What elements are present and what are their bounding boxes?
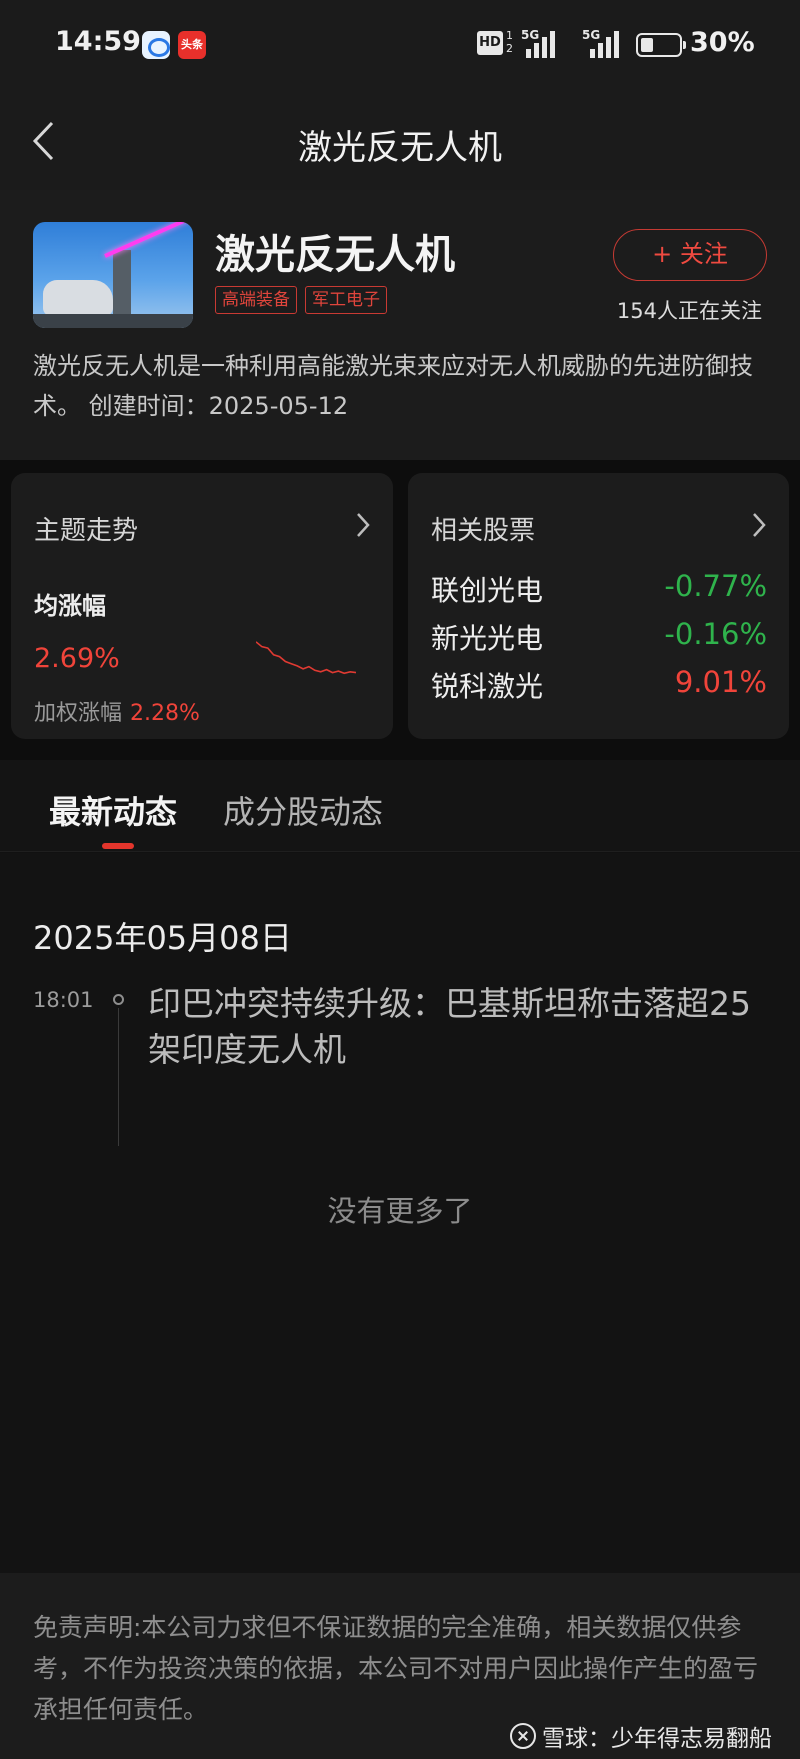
average-change-value: 2.69% [34, 643, 120, 674]
weighted-change-label: 加权涨幅 [34, 701, 123, 726]
news-item-title[interactable]: 印巴冲突持续升级：巴基斯坦称击落超25架印度无人机 [148, 981, 768, 1073]
topic-description: 激光反无人机是一种利用高能激光束来应对无人机威胁的先进防御技术。 创建时间：20… [33, 352, 753, 420]
related-stocks-card[interactable]: 相关股票 联创光电 -0.77% 新光光电 -0.16% 锐科激光 9.01% [408, 473, 789, 739]
toutiao-notification-icon: 头条 [178, 31, 206, 59]
status-time: 14:59 [55, 26, 141, 57]
xueqiu-logo-icon [510, 1723, 536, 1749]
topic-header: 激光反无人机 高端装备 军工电子 + 关注 154人正在关注 激光反无人机是一种… [0, 190, 800, 460]
disclaimer-text: 免责声明:本公司力求但不保证数据的完全准确，相关数据仅供参考，不作为投资决策的依… [33, 1613, 759, 1724]
stock-change: -0.16% [664, 617, 767, 651]
stock-change: 9.01% [674, 665, 767, 699]
stock-row[interactable]: 联创光电 -0.77% [431, 569, 767, 613]
topic-tags: 高端装备 军工电子 [215, 286, 387, 314]
app-notification-icon [142, 31, 170, 59]
battery-icon [636, 33, 686, 57]
xueqiu-watermark: 雪球：少年得志易翻船 [510, 1719, 772, 1753]
tab-latest-news[interactable]: 最新动态 [49, 787, 177, 833]
signal-icon-2 [586, 30, 620, 58]
stock-name: 联创光电 [431, 574, 544, 607]
weighted-change-value: 2.28% [130, 701, 200, 726]
tag-high-end-equipment[interactable]: 高端装备 [215, 286, 297, 314]
topic-thumbnail [33, 222, 193, 328]
follower-count: 154人正在关注 [616, 299, 762, 323]
nav-bar: 激光反无人机 [0, 90, 800, 190]
trend-card-title: 主题走势 [34, 516, 139, 546]
disclaimer-section: 免责声明:本公司力求但不保证数据的完全准确，相关数据仅供参考，不作为投资决策的依… [0, 1573, 800, 1759]
stock-change: -0.77% [664, 569, 767, 603]
chevron-right-icon[interactable] [355, 512, 371, 538]
sparkline-series [256, 641, 356, 675]
stock-row[interactable]: 锐科激光 9.01% [431, 665, 767, 709]
tab-constituent-news[interactable]: 成分股动态 [223, 787, 383, 833]
hd-sim-indicator: 1 2 [506, 29, 513, 55]
news-time: 18:01 [33, 988, 94, 1012]
end-of-list-text: 没有更多了 [327, 1194, 473, 1228]
timeline-line [118, 1008, 119, 1146]
news-feed: 2025年05月08日 18:01 印巴冲突持续升级：巴基斯坦称击落超25架印度… [0, 853, 800, 1573]
signal-icon-1 [522, 30, 556, 58]
timeline-dot-icon [113, 994, 124, 1005]
hd-icon: HD [477, 31, 503, 55]
active-tab-indicator [102, 843, 134, 849]
average-change-label: 均涨幅 [34, 592, 106, 620]
watermark-text: 雪球：少年得志易翻船 [542, 1726, 772, 1752]
topic-title: 激光反无人机 [215, 232, 455, 278]
weighted-change: 加权涨幅 2.28% [34, 695, 200, 727]
feed-date: 2025年05月08日 [33, 919, 292, 957]
stocks-card-title: 相关股票 [431, 516, 536, 546]
chevron-right-icon[interactable] [751, 512, 767, 538]
stock-name: 锐科激光 [431, 670, 544, 703]
theme-trend-card[interactable]: 主题走势 均涨幅 2.69% 加权涨幅 2.28% [11, 473, 393, 739]
tag-military-electronics[interactable]: 军工电子 [305, 286, 387, 314]
status-bar: 14:59 头条 HD 1 2 5G 5G 30% [0, 0, 800, 90]
trend-sparkline [256, 641, 356, 675]
stock-row[interactable]: 新光光电 -0.16% [431, 617, 767, 661]
tab-bar: 最新动态 成分股动态 [0, 760, 800, 852]
stock-name: 新光光电 [431, 622, 544, 655]
page-title: 激光反无人机 [298, 128, 502, 168]
follow-button[interactable]: + 关注 [613, 229, 767, 281]
battery-percent: 30% [690, 27, 755, 58]
